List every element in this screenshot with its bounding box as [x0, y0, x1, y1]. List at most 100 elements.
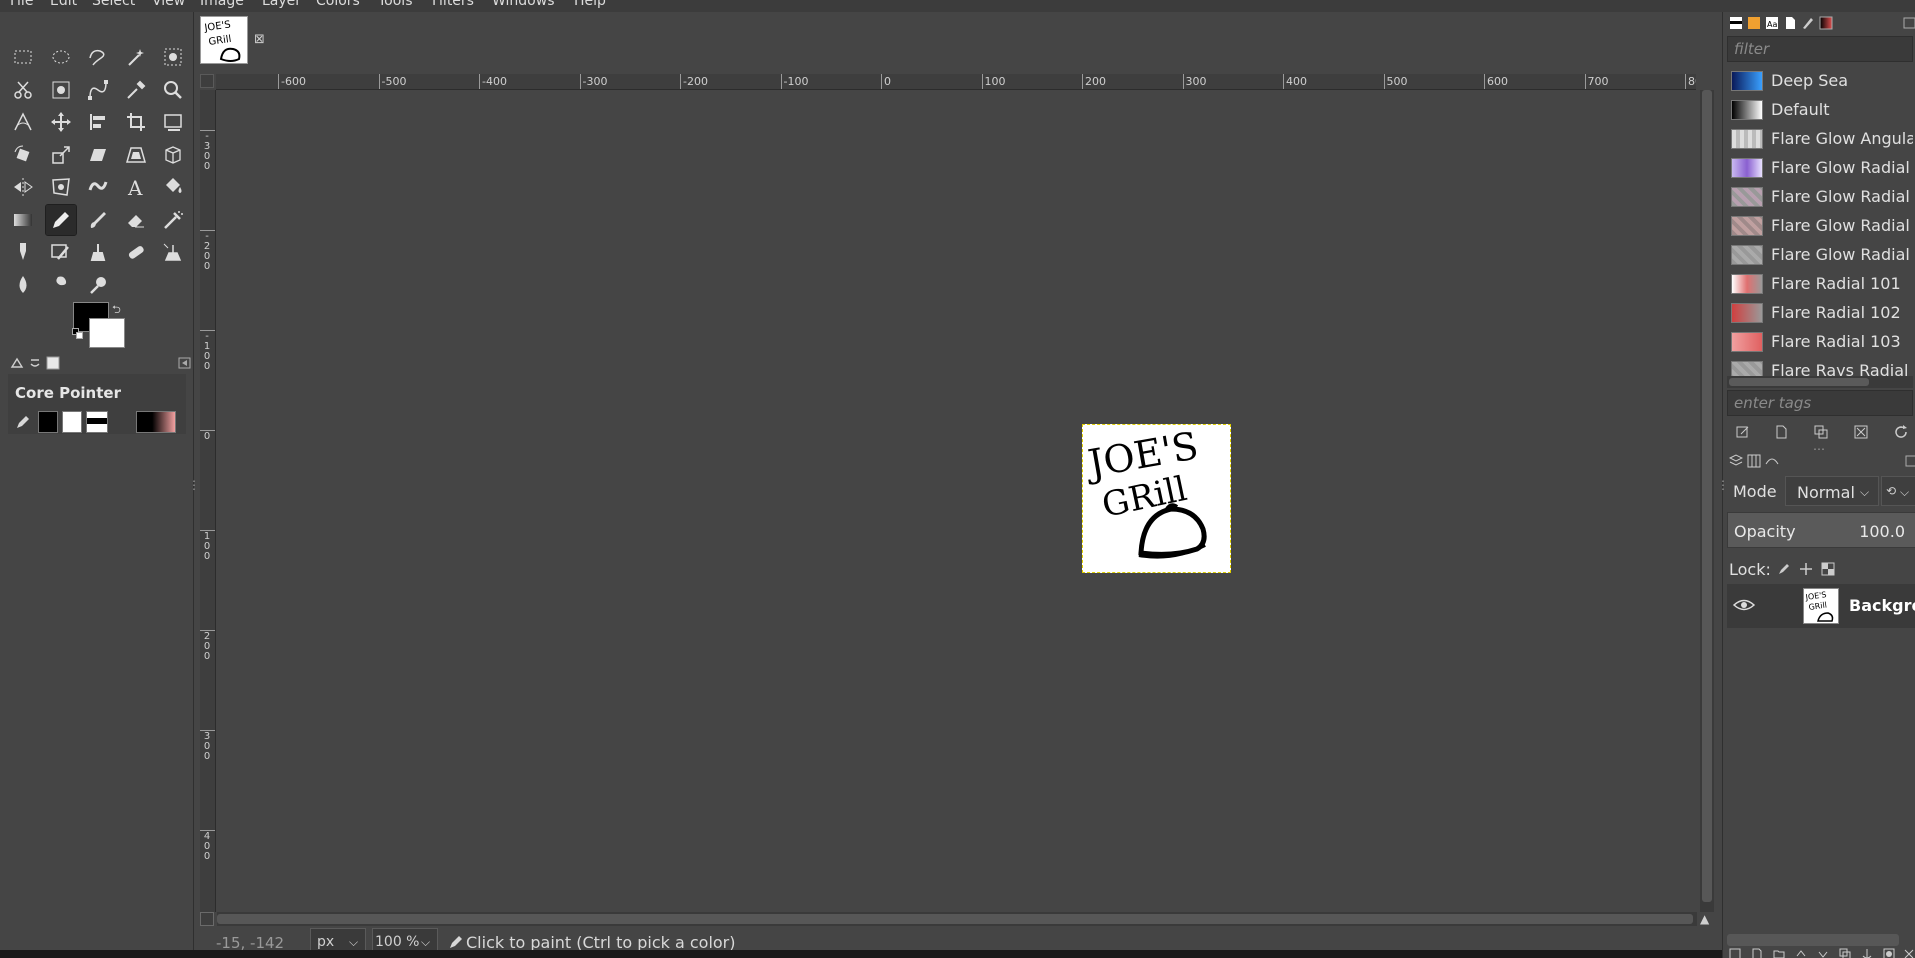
- foreground-select-icon[interactable]: [158, 42, 188, 72]
- image-layer-boundary[interactable]: JOE'S GRill: [1081, 423, 1231, 573]
- brush-indicator[interactable]: [86, 411, 108, 433]
- flip-icon[interactable]: [8, 172, 38, 202]
- scale-icon[interactable]: [46, 140, 76, 170]
- horizontal-scroll-thumb[interactable]: [217, 914, 1693, 924]
- anchor-layer-icon[interactable]: [1861, 948, 1873, 958]
- menu-view[interactable]: View: [152, 0, 185, 9]
- fonts-tab-icon[interactable]: Aa: [1765, 16, 1779, 30]
- refresh-gradients-icon[interactable]: [1893, 424, 1909, 440]
- gradient-tags-input[interactable]: enter tags: [1727, 390, 1913, 416]
- edit-gradient-icon[interactable]: [1735, 424, 1751, 440]
- gradient-item[interactable]: Flare Glow Radial 1: [1727, 153, 1913, 182]
- gradient-item[interactable]: Flare Glow Radial 4: [1727, 240, 1913, 269]
- gradient-icon[interactable]: [8, 205, 38, 235]
- navigate-icon[interactable]: ▲: [1700, 912, 1714, 926]
- bg-indicator-swatch[interactable]: [62, 411, 82, 433]
- paths-icon[interactable]: [83, 75, 113, 105]
- ruler-corner-menu-icon[interactable]: [200, 74, 214, 88]
- menu-help[interactable]: Help: [574, 0, 606, 9]
- gradient-filter-input[interactable]: filter: [1727, 36, 1913, 62]
- move-icon[interactable]: [46, 107, 76, 137]
- eraser-icon[interactable]: [121, 205, 151, 235]
- new-layer-icon[interactable]: [1751, 948, 1763, 958]
- duplicate-layer-icon[interactable]: [1839, 948, 1851, 958]
- dock-menu-icon[interactable]: [178, 356, 192, 370]
- pencil-icon[interactable]: [44, 203, 77, 236]
- image-tab-close-icon[interactable]: ⊠: [254, 32, 265, 47]
- heal-icon[interactable]: [121, 237, 151, 267]
- new-group-icon[interactable]: [1773, 948, 1785, 958]
- layer-composite-select[interactable]: ⟲ ⌵: [1881, 476, 1915, 506]
- clone-icon[interactable]: [83, 237, 113, 267]
- tool-presets-tab-icon[interactable]: [1801, 16, 1815, 30]
- zoom-icon[interactable]: [158, 75, 188, 105]
- crop-icon[interactable]: [121, 107, 151, 137]
- eye-icon[interactable]: [1733, 596, 1755, 614]
- gradient-item[interactable]: Deep Sea: [1727, 66, 1913, 95]
- gradient-item[interactable]: Flare Radial 103: [1727, 327, 1913, 356]
- undo-history-tab-icon[interactable]: [46, 356, 60, 370]
- image-tab-thumbnail[interactable]: JOE'S GRill: [200, 16, 248, 64]
- gradient-list-scrollbar[interactable]: [1727, 376, 1913, 388]
- menu-layer[interactable]: Layer: [262, 0, 301, 9]
- text-icon[interactable]: A: [121, 172, 151, 202]
- vertical-scroll-thumb[interactable]: [1702, 90, 1712, 902]
- gradients-tab-icon[interactable]: [1819, 16, 1833, 30]
- edit-layer-icon[interactable]: [1729, 948, 1741, 958]
- gradient-item[interactable]: Flare Glow Radial 2: [1727, 182, 1913, 211]
- raise-layer-icon[interactable]: [1795, 948, 1807, 958]
- menu-colors[interactable]: Colors: [316, 0, 360, 9]
- menu-image[interactable]: Image: [200, 0, 244, 9]
- rect-select-icon[interactable]: [8, 42, 38, 72]
- perspective-clone-icon[interactable]: [158, 237, 188, 267]
- bucket-fill-icon[interactable]: [158, 172, 188, 202]
- lower-layer-icon[interactable]: [1817, 948, 1829, 958]
- swap-colors-icon[interactable]: ⮌: [112, 301, 121, 320]
- warp-transform-icon[interactable]: [83, 172, 113, 202]
- gradient-item[interactable]: Flare Glow Angular: [1727, 124, 1913, 153]
- align-icon[interactable]: [83, 107, 113, 137]
- image-canvas[interactable]: JOE'S GRill: [217, 91, 1697, 911]
- menu-filters[interactable]: Filters: [432, 0, 474, 9]
- menu-windows[interactable]: Windows: [492, 0, 555, 9]
- color-picker-icon[interactable]: [121, 75, 151, 105]
- rotate-icon[interactable]: [8, 140, 38, 170]
- gradient-indicator[interactable]: [136, 411, 176, 433]
- vertical-ruler[interactable]: -300 -200 -100 0 100 200 300 400: [200, 90, 216, 912]
- fuzzy-select-icon[interactable]: [121, 42, 151, 72]
- right-dock-resize-grip[interactable]: ⋮: [1717, 478, 1729, 492]
- horizontal-scrollbar[interactable]: [217, 912, 1697, 926]
- duplicate-gradient-icon[interactable]: [1813, 424, 1829, 440]
- menu-tools[interactable]: Tools: [378, 0, 413, 9]
- menu-file[interactable]: File: [10, 0, 33, 9]
- menu-select[interactable]: Select: [92, 0, 135, 9]
- shear-icon[interactable]: [83, 140, 113, 170]
- free-select-icon[interactable]: [83, 42, 113, 72]
- default-colors-icon[interactable]: [72, 328, 84, 340]
- delete-layer-icon[interactable]: [1903, 948, 1915, 958]
- cage-transform-icon[interactable]: [46, 172, 76, 202]
- quick-mask-toggle[interactable]: [200, 912, 214, 926]
- lock-pixels-icon[interactable]: [1777, 562, 1791, 576]
- layers-scrollbar[interactable]: [1727, 934, 1899, 946]
- menu-edit[interactable]: Edit: [50, 0, 77, 9]
- gradient-list-scroll-thumb[interactable]: [1729, 378, 1869, 386]
- tool-options-tab-icon[interactable]: [10, 356, 24, 370]
- channels-tab-icon[interactable]: [1747, 454, 1761, 468]
- scissors-select-icon[interactable]: [8, 75, 38, 105]
- gradient-item[interactable]: Flare Radial 101: [1727, 269, 1913, 298]
- paths-tab-icon[interactable]: [1765, 454, 1779, 468]
- dock-menu-icon[interactable]: [1905, 454, 1915, 468]
- layer-name[interactable]: Background: [1849, 596, 1915, 615]
- 3d-transform-icon[interactable]: [158, 140, 188, 170]
- layer-mask-icon[interactable]: [1883, 948, 1895, 958]
- document-history-tab-icon[interactable]: [1783, 16, 1797, 30]
- ink-icon[interactable]: [8, 237, 38, 267]
- new-gradient-icon[interactable]: [1773, 424, 1789, 440]
- background-color-swatch[interactable]: [89, 318, 125, 348]
- brushes-tab-icon[interactable]: [1729, 16, 1743, 30]
- layer-opacity-slider[interactable]: Opacity 100.0: [1727, 512, 1915, 548]
- paintbrush-icon[interactable]: [83, 205, 113, 235]
- vertical-scrollbar[interactable]: [1700, 90, 1714, 912]
- layer-mode-select[interactable]: Normal ⌵: [1785, 476, 1879, 506]
